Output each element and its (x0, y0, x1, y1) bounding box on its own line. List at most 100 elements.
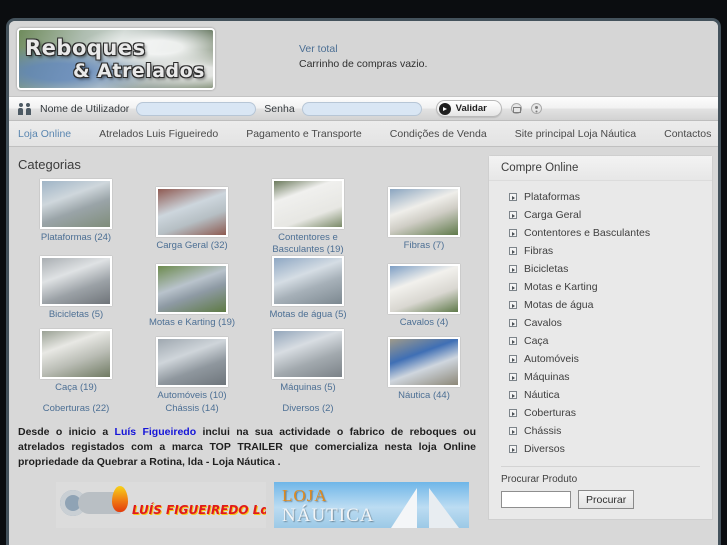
nav-item-atrelados[interactable]: Atrelados Luis Figueiredo (99, 128, 218, 140)
arrow-bullet-icon (509, 265, 517, 273)
users-icon (18, 102, 32, 116)
sidebar-panel-title: Compre Online (489, 156, 712, 181)
category-card[interactable]: Cavalos (4) (366, 264, 482, 329)
sidebar-item-contentores[interactable]: Contentores e Basculantes (489, 224, 712, 242)
category-thumbnail (40, 179, 112, 229)
category-thumbnail (272, 179, 344, 229)
user-icon[interactable] (530, 103, 542, 114)
category-label: Fibras (7) (403, 240, 445, 251)
sidebar-item-motas-karting[interactable]: Motas e Karting (489, 278, 712, 296)
arrow-bullet-icon (509, 337, 517, 345)
play-icon (438, 102, 451, 115)
category-label: Bicicletas (5) (48, 309, 104, 320)
category-thumbnail (388, 337, 460, 387)
category-thumbnail (388, 187, 460, 237)
category-thumbnail (272, 329, 344, 379)
banner-loja-nautica[interactable]: LOJA NÁUTICA (274, 482, 469, 528)
category-card[interactable]: Contentores e Basculantes (19) (250, 179, 366, 256)
main-navigation: Loja Online Atrelados Luis Figueiredo Pa… (9, 121, 718, 147)
nav-item-pagamento[interactable]: Pagamento e Transporte (246, 128, 362, 140)
luis-figueiredo-link[interactable]: Luís Figueiredo (115, 426, 197, 438)
category-label: Plataformas (24) (40, 232, 112, 243)
category-card[interactable]: Fibras (7) (366, 187, 482, 256)
sidebar-item-chassis[interactable]: Chássis (489, 422, 712, 440)
arrow-bullet-icon (509, 301, 517, 309)
sidebar-item-diversos[interactable]: Diversos (489, 440, 712, 458)
category-card[interactable]: Motas e Karting (19) (134, 264, 250, 329)
arrow-bullet-icon (509, 427, 517, 435)
category-link-coberturas[interactable]: Coberturas (22) (18, 402, 134, 415)
nav-item-site-principal[interactable]: Site principal Loja Náutica (515, 128, 636, 140)
sidebar-item-label: Bicicletas (524, 263, 569, 275)
category-card[interactable]: Máquinas (5) (250, 329, 366, 402)
category-label: Contentores e Basculantes (19) (272, 232, 344, 255)
category-card[interactable]: Automóveis (10) (134, 337, 250, 402)
site-logo[interactable]: Reboques & Atrelados (17, 28, 215, 90)
category-card[interactable]: Náutica (44) (366, 337, 482, 402)
sidebar-item-label: Motas e Karting (524, 281, 598, 293)
nav-item-condicoes[interactable]: Condições de Venda (390, 128, 487, 140)
sidebar-item-coberturas[interactable]: Coberturas (489, 404, 712, 422)
category-label: Carga Geral (32) (156, 240, 228, 251)
category-card[interactable]: Caça (19) (18, 329, 134, 402)
sidebar-item-caca[interactable]: Caça (489, 332, 712, 350)
arrow-bullet-icon (509, 319, 517, 327)
sidebar-item-label: Fibras (524, 245, 554, 257)
arrow-bullet-icon (509, 373, 517, 381)
cart-status-text: Carrinho de compras vazio. (299, 58, 428, 70)
banner-right-line2: NÁUTICA (282, 505, 375, 526)
category-grid: Plataformas (24) Carga Geral (32) Conten… (18, 179, 482, 415)
sidebar-item-motas-agua[interactable]: Motas de água (489, 296, 712, 314)
sidebar-item-label: Máquinas (524, 371, 570, 383)
intro-text-pre: Desde o inicio a (18, 426, 115, 438)
category-thumbnail (40, 329, 112, 379)
category-label: Máquinas (5) (280, 382, 336, 393)
category-card[interactable]: Carga Geral (32) (134, 187, 250, 256)
banner-luis-figueiredo[interactable]: LUÍS FIGUEIREDO Lda (56, 482, 266, 528)
nav-item-contactos[interactable]: Contactos (664, 128, 711, 140)
site-header: Reboques & Atrelados Ver total Carrinho … (9, 21, 718, 96)
password-input[interactable] (301, 101, 422, 116)
sidebar-item-automoveis[interactable]: Automóveis (489, 350, 712, 368)
sidebar-item-nautica[interactable]: Náutica (489, 386, 712, 404)
category-label: Caça (19) (55, 382, 97, 393)
category-link-chassis[interactable]: Chássis (14) (134, 402, 250, 415)
sidebar-item-carga-geral[interactable]: Carga Geral (489, 206, 712, 224)
compre-online-panel: Compre Online Plataformas Carga Geral Co… (488, 155, 713, 520)
category-card[interactable]: Bicicletas (5) (18, 256, 134, 329)
sidebar-item-bicicletas[interactable]: Bicicletas (489, 260, 712, 278)
envelope-icon[interactable] (510, 103, 522, 114)
validate-button[interactable]: Validar (435, 100, 502, 117)
sidebar-item-label: Caça (524, 335, 549, 347)
search-button[interactable]: Procurar (578, 490, 635, 509)
nav-item-loja-online[interactable]: Loja Online (18, 128, 71, 140)
sidebar-item-label: Coberturas (524, 407, 576, 419)
arrow-bullet-icon (509, 247, 517, 255)
sidebar-item-fibras[interactable]: Fibras (489, 242, 712, 260)
category-label: Cavalos (4) (399, 317, 449, 328)
sidebar-item-label: Plataformas (524, 191, 581, 203)
flame-icon (112, 486, 128, 512)
sidebar-item-label: Automóveis (524, 353, 579, 365)
username-input[interactable] (136, 101, 257, 116)
arrow-bullet-icon (509, 211, 517, 219)
arrow-bullet-icon (509, 229, 517, 237)
category-card[interactable]: Motas de água (5) (250, 256, 366, 329)
category-link-diversos[interactable]: Diversos (2) (250, 402, 366, 415)
arrow-bullet-icon (509, 445, 517, 453)
sidebar-item-plataformas[interactable]: Plataformas (489, 188, 712, 206)
validate-button-label: Validar (455, 103, 487, 114)
banner-right-line1: LOJA (282, 486, 328, 505)
category-thumbnail (156, 337, 228, 387)
arrow-bullet-icon (509, 355, 517, 363)
sidebar-item-maquinas[interactable]: Máquinas (489, 368, 712, 386)
sailboat-secondary-icon (429, 488, 459, 528)
category-label: Motas e Karting (19) (148, 317, 236, 328)
content-area: Categorias Plataformas (24) Carga Geral … (9, 147, 718, 545)
search-label: Procurar Produto (501, 474, 578, 485)
category-card[interactable]: Plataformas (24) (18, 179, 134, 256)
view-total-link[interactable]: Ver total (299, 42, 427, 57)
category-thumbnail (272, 256, 344, 306)
sidebar-item-cavalos[interactable]: Cavalos (489, 314, 712, 332)
search-input[interactable] (501, 491, 571, 508)
